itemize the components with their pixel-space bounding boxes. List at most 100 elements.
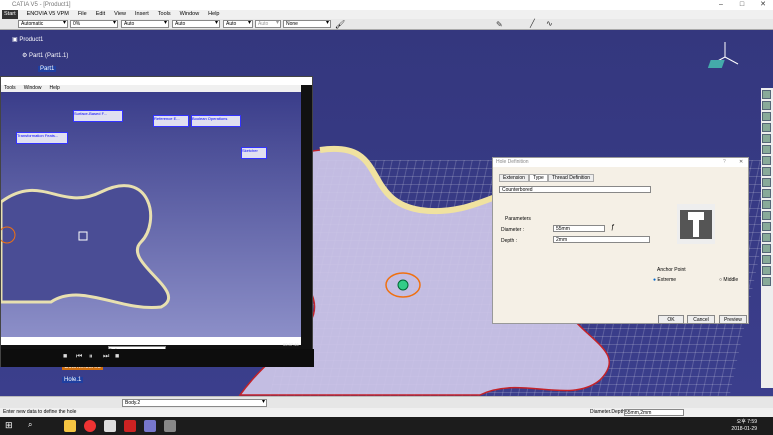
tool-icon[interactable]	[762, 244, 771, 253]
tab-type[interactable]: Type	[529, 174, 548, 182]
video-toolbar-reference: Reference E...	[153, 115, 189, 127]
line-weight-combo[interactable]: Auto	[121, 20, 169, 28]
menu-tools[interactable]: Tools	[158, 10, 171, 19]
menu-insert[interactable]: Insert	[135, 10, 149, 19]
video-player-window[interactable]: Tools Window Help Surface-Based F... Ref…	[0, 76, 314, 367]
app-icon[interactable]	[104, 420, 116, 432]
line-icon[interactable]: ╱	[530, 19, 535, 28]
status-parameter: Diameter.Depth	[590, 409, 625, 415]
tool-icon[interactable]	[762, 156, 771, 165]
clock-time: 오후 7:59	[736, 419, 757, 425]
video-menu: Tools Window Help	[1, 85, 301, 92]
body-combo[interactable]: Body.2	[122, 399, 267, 407]
tree-root[interactable]: ▣ Product1	[12, 36, 43, 43]
cancel-button[interactable]: Cancel	[687, 315, 715, 324]
acrobat-icon[interactable]	[124, 420, 136, 432]
play-icon[interactable]: ■	[63, 353, 67, 360]
anchor-extreme-radio[interactable]: ● Extreme	[653, 277, 676, 283]
tool-icon[interactable]	[762, 233, 771, 242]
menu-window[interactable]: Window	[180, 10, 200, 19]
depth-input[interactable]: 2mm	[553, 236, 650, 243]
app-icon[interactable]	[164, 420, 176, 432]
minimize-button[interactable]: –	[711, 0, 731, 10]
format-painter-icon[interactable]: 🖌	[335, 20, 345, 29]
properties-toolbar: Automatic 0% Auto Auto Auto Auto None 🖌 …	[0, 19, 773, 30]
video-viewport: Surface-Based F... Reference E... Boolea…	[1, 92, 301, 353]
menu-edit[interactable]: Edit	[96, 10, 105, 19]
preview-button[interactable]: Preview	[719, 315, 747, 324]
status-value-input[interactable]: 55mm,2mm	[624, 409, 684, 416]
status-bar: Enter new data to define the hole Diamet…	[0, 408, 773, 417]
menu-view[interactable]: View	[114, 10, 126, 19]
dialog-title: Hole Definition	[493, 158, 748, 167]
parameters-label: Parameters	[505, 216, 531, 222]
tool-icon[interactable]	[762, 145, 771, 154]
video-part-shape	[1, 184, 171, 310]
menu-bar: Start ENOVIA V5 VPM File Edit View Inser…	[0, 10, 773, 19]
video-controls: ■ ⏮ ⏸ ⏭ ■ 00:37:46	[1, 342, 314, 367]
layer-combo-disabled: Auto	[255, 20, 281, 28]
tool-icon[interactable]	[762, 211, 771, 220]
tool-icon[interactable]	[762, 266, 771, 275]
tab-extension[interactable]: Extension	[499, 174, 529, 182]
anchor-middle-radio[interactable]: ○ Middle	[719, 277, 738, 283]
tool-icon[interactable]	[762, 277, 771, 286]
tree-part[interactable]: ⚙ Part1 (Part1.1)	[22, 52, 68, 59]
help-icon[interactable]: ?	[723, 159, 726, 165]
maximize-button[interactable]: □	[732, 0, 752, 10]
compass-icon[interactable]	[708, 40, 742, 74]
line-type-combo[interactable]: Auto	[172, 20, 220, 28]
pause-icon[interactable]: ⏸	[89, 353, 93, 361]
video-toolbar-transformation: Transformation Feats...	[16, 132, 68, 144]
close-button[interactable]: ✕	[753, 0, 773, 10]
tool-icon[interactable]	[762, 178, 771, 187]
catia-icon[interactable]	[144, 420, 156, 432]
tool-icon[interactable]	[762, 112, 771, 121]
tree-part-selected[interactable]: Part1	[38, 66, 57, 72]
tool-icon[interactable]	[762, 123, 771, 132]
color-combo[interactable]: Automatic	[18, 20, 68, 28]
diameter-input[interactable]: 55mm	[553, 225, 605, 232]
tab-thread-definition[interactable]: Thread Definition	[548, 174, 595, 182]
formula-icon[interactable]: ƒ	[611, 224, 615, 231]
layer-combo[interactable]: None	[283, 20, 331, 28]
tool-icon[interactable]	[762, 200, 771, 209]
system-clock[interactable]: 오후 7:59 2018-01-29	[731, 419, 757, 433]
clock-date: 2018-01-29	[731, 426, 757, 432]
dialog-close-icon[interactable]: ✕	[739, 159, 743, 165]
menu-start[interactable]: Start	[2, 10, 18, 19]
tree-hole[interactable]: Hole.1	[62, 377, 84, 383]
tool-icon[interactable]	[762, 101, 771, 110]
tool-icon[interactable]	[762, 134, 771, 143]
radio-selected-icon: ●	[653, 277, 657, 283]
sketch-icon[interactable]: ✎	[496, 20, 503, 29]
tool-icon[interactable]	[762, 90, 771, 99]
video-menu-window: Window	[23, 85, 42, 91]
video-toolbar-boolean: Boolean Operations	[191, 115, 241, 127]
tool-icon[interactable]	[762, 222, 771, 231]
point-type-combo[interactable]: Auto	[223, 20, 253, 28]
hole-type-select[interactable]: Counterbored	[499, 186, 651, 193]
tool-icon[interactable]	[762, 255, 771, 264]
previous-icon[interactable]: ⏮	[76, 353, 82, 361]
search-icon[interactable]: ⌕	[28, 420, 32, 430]
hole-definition-dialog: Hole Definition ? ✕ Extension Type Threa…	[492, 157, 749, 324]
video-menu-help: Help	[49, 85, 60, 91]
menu-enovia[interactable]: ENOVIA V5 VPM	[27, 10, 69, 19]
ok-button[interactable]: OK	[658, 315, 684, 324]
video-toolbar-surface: Surface-Based F...	[73, 110, 123, 122]
right-toolbar	[761, 88, 773, 388]
menu-help[interactable]: Help	[208, 10, 219, 19]
tool-icon[interactable]	[762, 189, 771, 198]
video-menu-tools: Tools	[4, 85, 16, 91]
file-explorer-icon[interactable]	[64, 420, 76, 432]
menu-file[interactable]: File	[78, 10, 87, 19]
curve-icon[interactable]: ∿	[546, 19, 553, 28]
chrome-icon[interactable]	[84, 420, 96, 432]
transparency-combo[interactable]: 0%	[70, 20, 118, 28]
stop-icon[interactable]: ■	[115, 353, 119, 360]
windows-start-icon[interactable]: ⊞	[5, 420, 13, 431]
next-icon[interactable]: ⏭	[103, 353, 109, 361]
tool-icon[interactable]	[762, 167, 771, 176]
windows-taskbar: ⊞ ⌕ 오후 7:59 2018-01-29	[0, 417, 773, 435]
